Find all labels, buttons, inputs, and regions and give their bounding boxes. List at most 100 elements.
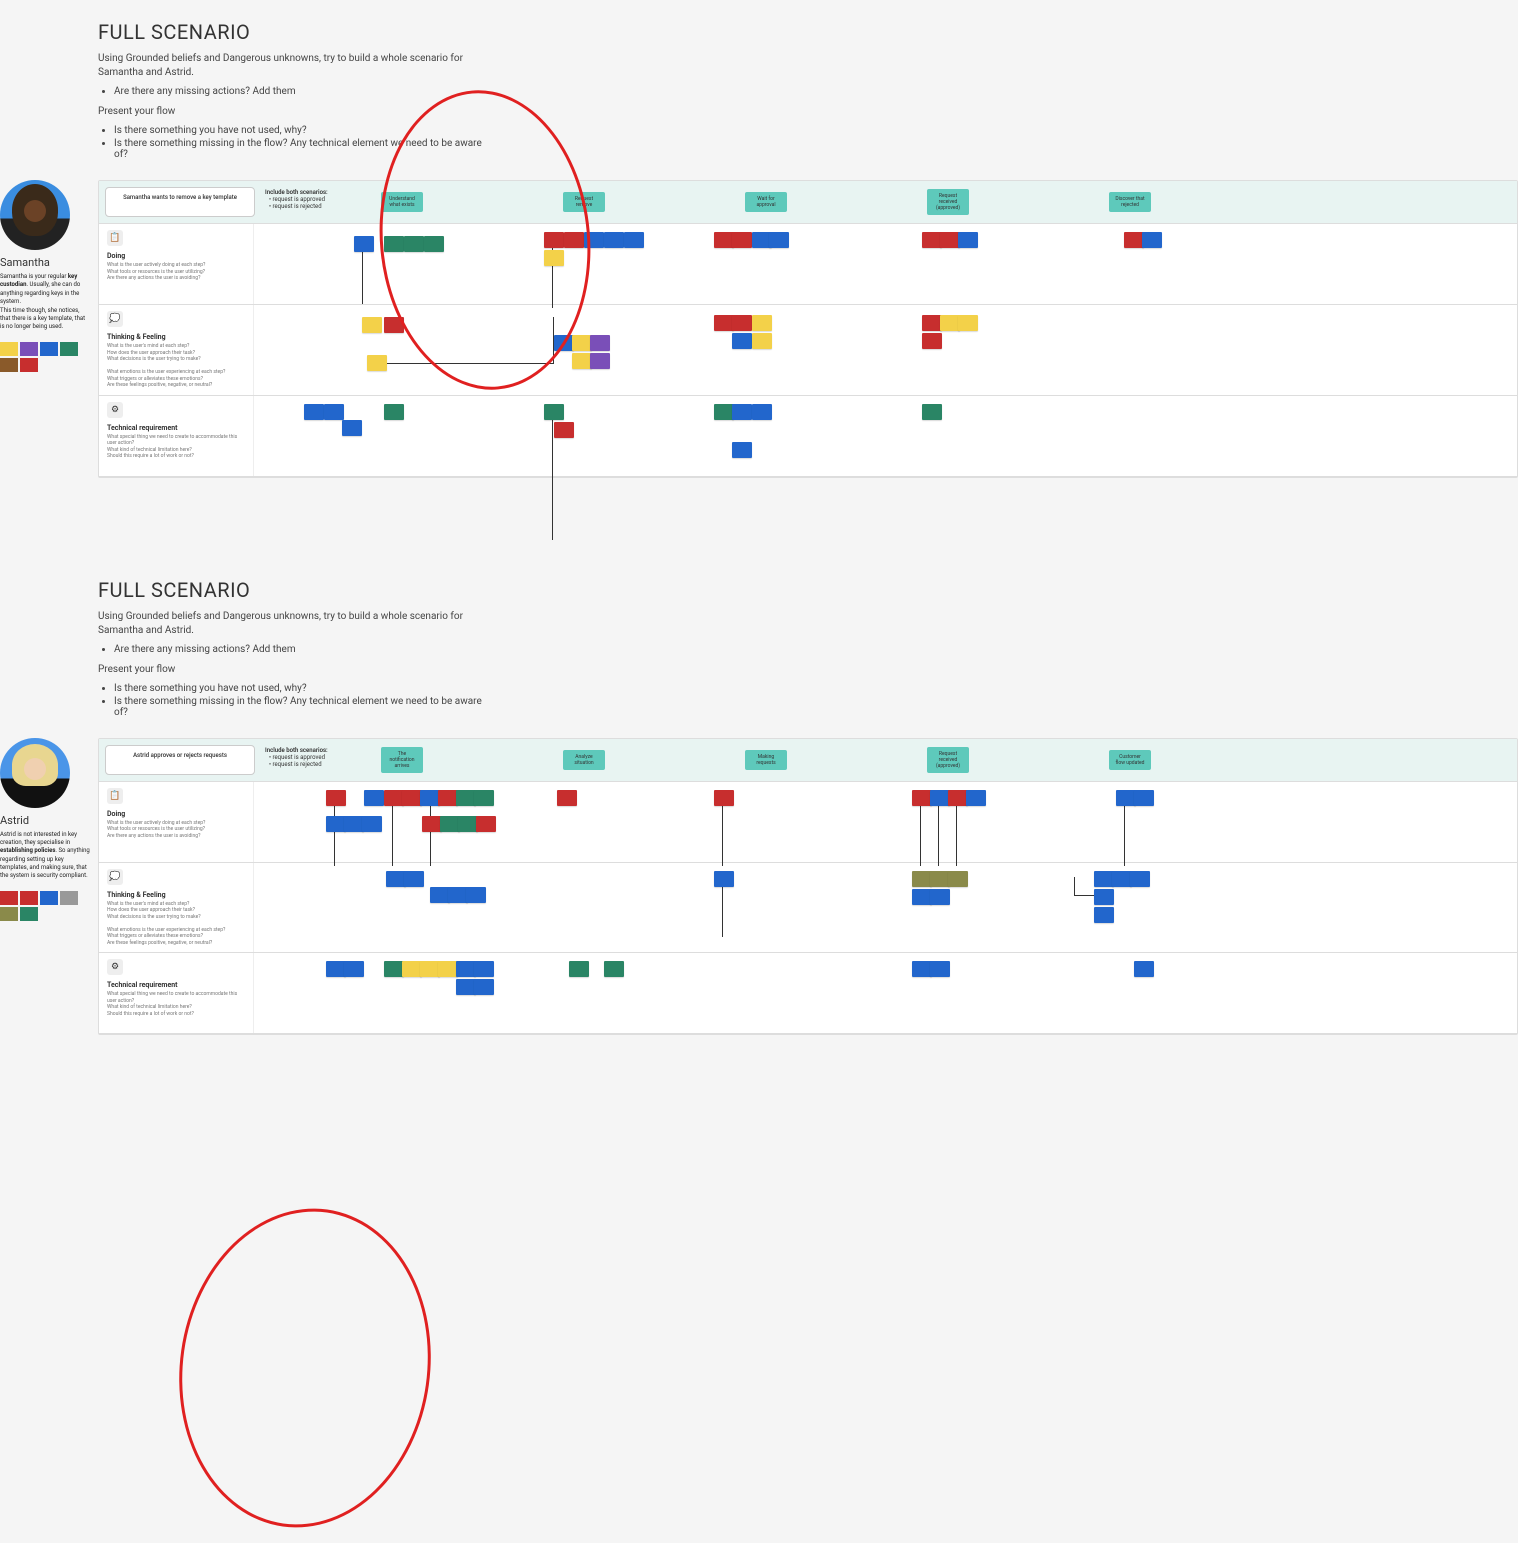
sticky-note[interactable] — [474, 790, 494, 806]
sticky-note[interactable] — [476, 816, 496, 832]
sticky-note[interactable] — [922, 232, 942, 248]
phase-chip[interactable]: Customer flow updated — [1109, 750, 1151, 770]
sticky-note[interactable] — [304, 404, 324, 420]
sticky-note[interactable] — [384, 317, 404, 333]
phase-chip[interactable]: Understand what exists — [381, 192, 423, 212]
phase-chip[interactable]: The notification arrives — [381, 747, 423, 773]
phase-chip[interactable]: Making requests — [745, 750, 787, 770]
sticky-note[interactable] — [912, 871, 932, 887]
sticky-note[interactable] — [456, 979, 476, 995]
sticky-note[interactable] — [752, 315, 772, 331]
sticky-note[interactable] — [438, 961, 458, 977]
sticky-note[interactable] — [732, 442, 752, 458]
sticky-note[interactable] — [1134, 961, 1154, 977]
sticky-note[interactable] — [354, 236, 374, 252]
sticky-note[interactable] — [1094, 907, 1114, 923]
sticky-note[interactable] — [624, 232, 644, 248]
sticky-note[interactable] — [948, 790, 968, 806]
sticky-note[interactable] — [1134, 790, 1154, 806]
sticky-note[interactable] — [732, 404, 752, 420]
sticky-note[interactable] — [404, 871, 424, 887]
sticky-note[interactable] — [404, 236, 424, 252]
sticky-note[interactable] — [326, 961, 346, 977]
sticky-note[interactable] — [584, 232, 604, 248]
sticky-note[interactable] — [402, 961, 422, 977]
sticky-note[interactable] — [604, 232, 624, 248]
sticky-note[interactable] — [367, 355, 387, 371]
sticky-note[interactable] — [564, 232, 584, 248]
sticky-note[interactable] — [958, 232, 978, 248]
phase-chip[interactable]: Analyze situation — [563, 750, 605, 770]
sticky-note[interactable] — [1124, 232, 1144, 248]
lane-content[interactable] — [254, 305, 1517, 395]
sticky-note[interactable] — [554, 422, 574, 438]
sticky-note[interactable] — [922, 333, 942, 349]
sticky-note[interactable] — [557, 790, 577, 806]
sticky-note[interactable] — [752, 333, 772, 349]
sticky-note[interactable] — [930, 871, 950, 887]
sticky-note[interactable] — [714, 232, 734, 248]
phase-chip[interactable]: Request remove — [563, 192, 605, 212]
sticky-note[interactable] — [544, 250, 564, 266]
lane-content[interactable] — [254, 782, 1517, 862]
sticky-note[interactable] — [448, 887, 468, 903]
sticky-note[interactable] — [930, 961, 950, 977]
sticky-note[interactable] — [930, 790, 950, 806]
sticky-note[interactable] — [1094, 889, 1114, 905]
sticky-note[interactable] — [362, 317, 382, 333]
sticky-note[interactable] — [324, 404, 344, 420]
sticky-note[interactable] — [384, 961, 404, 977]
sticky-note[interactable] — [344, 961, 364, 977]
sticky-note[interactable] — [732, 232, 752, 248]
sticky-note[interactable] — [438, 790, 458, 806]
sticky-note[interactable] — [402, 790, 422, 806]
sticky-note[interactable] — [424, 236, 444, 252]
sticky-note[interactable] — [604, 961, 624, 977]
sticky-note[interactable] — [912, 961, 932, 977]
lane-content[interactable] — [254, 224, 1517, 304]
sticky-note[interactable] — [386, 871, 406, 887]
sticky-note[interactable] — [966, 790, 986, 806]
sticky-note[interactable] — [948, 871, 968, 887]
sticky-note[interactable] — [590, 353, 610, 369]
sticky-note[interactable] — [344, 816, 364, 832]
sticky-note[interactable] — [456, 790, 476, 806]
phase-chip[interactable]: Request received (approved) — [927, 189, 969, 215]
sticky-note[interactable] — [922, 315, 942, 331]
sticky-note[interactable] — [732, 315, 752, 331]
sticky-note[interactable] — [420, 790, 440, 806]
sticky-note[interactable] — [958, 315, 978, 331]
sticky-note[interactable] — [554, 335, 574, 351]
lane-content[interactable] — [254, 396, 1517, 476]
sticky-note[interactable] — [362, 816, 382, 832]
sticky-note[interactable] — [572, 353, 592, 369]
sticky-note[interactable] — [572, 335, 592, 351]
lane-content[interactable] — [254, 953, 1517, 1033]
sticky-note[interactable] — [384, 404, 404, 420]
sticky-note[interactable] — [440, 816, 460, 832]
sticky-note[interactable] — [420, 961, 440, 977]
sticky-note[interactable] — [474, 979, 494, 995]
sticky-note[interactable] — [732, 333, 752, 349]
sticky-note[interactable] — [430, 887, 450, 903]
sticky-note[interactable] — [940, 315, 960, 331]
phase-chip[interactable]: Request received (approved) — [927, 747, 969, 773]
scenario-label-sticky[interactable]: Astrid approves or rejects requests — [105, 745, 255, 775]
sticky-note[interactable] — [940, 232, 960, 248]
sticky-note[interactable] — [326, 790, 346, 806]
sticky-note[interactable] — [1094, 871, 1114, 887]
sticky-note[interactable] — [714, 315, 734, 331]
sticky-note[interactable] — [769, 232, 789, 248]
sticky-note[interactable] — [752, 404, 772, 420]
sticky-note[interactable] — [922, 404, 942, 420]
sticky-note[interactable] — [544, 232, 564, 248]
sticky-note[interactable] — [1112, 871, 1132, 887]
sticky-note[interactable] — [364, 790, 384, 806]
sticky-note[interactable] — [569, 961, 589, 977]
lane-content[interactable] — [254, 863, 1517, 953]
sticky-note[interactable] — [590, 335, 610, 351]
sticky-note[interactable] — [474, 961, 494, 977]
phase-chip[interactable]: Discover that rejected — [1109, 192, 1151, 212]
phase-chip[interactable]: Wait for approval — [745, 192, 787, 212]
sticky-note[interactable] — [1142, 232, 1162, 248]
